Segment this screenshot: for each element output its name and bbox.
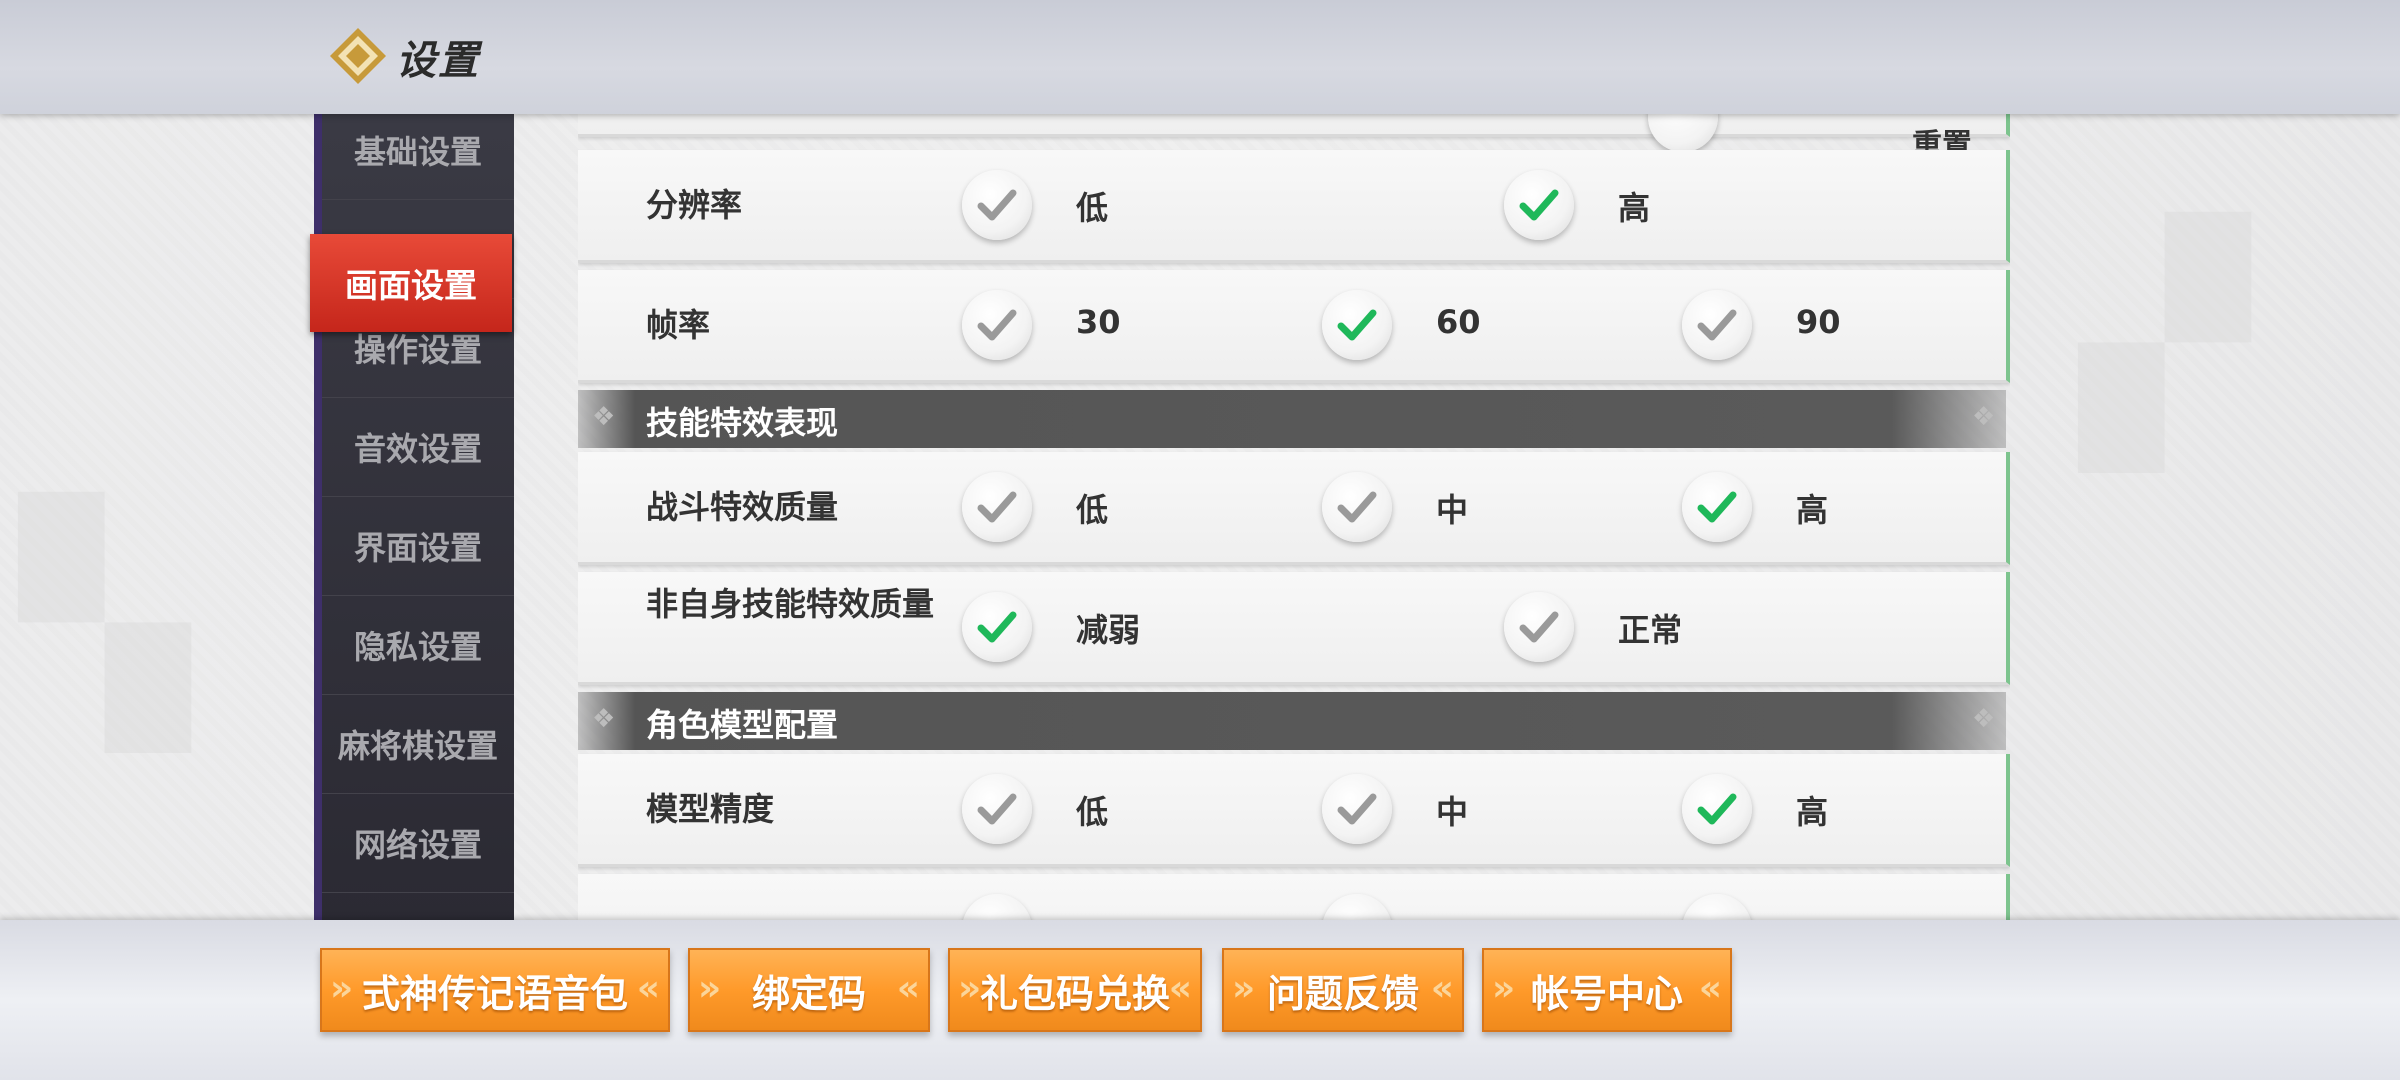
bg-decoration-right: ▞ — [2080, 214, 2250, 470]
button-label: 式神传记语音包 — [361, 971, 628, 1016]
sidebar-item-privacy[interactable]: 隐私设置 — [322, 595, 514, 695]
sidebar-item-label: 网络设置 — [353, 825, 482, 864]
check-icon-unselected[interactable] — [962, 290, 1032, 360]
option-label: 低 — [1076, 793, 1109, 831]
sidebar-item-interface[interactable]: 界面设置 — [322, 496, 514, 596]
row-label: 战斗特效质量 — [646, 488, 839, 526]
option-label: 中 — [1436, 793, 1469, 831]
section-header-skill-effects: ❖ 技能特效表现 ❖ — [578, 390, 2006, 448]
sidebar-item-label: 隐私设置 — [353, 627, 482, 666]
check-icon-unselected[interactable] — [962, 170, 1032, 240]
bg-decoration-left: ▚ — [20, 494, 190, 750]
check-icon-unselected[interactable] — [962, 774, 1032, 844]
settings-row-resolution: 分辨率 低 高 — [578, 150, 2010, 263]
option-label: 90 — [1796, 303, 1841, 341]
check-icon-unselected[interactable] — [1682, 290, 1752, 360]
page-title: 设置 — [396, 38, 480, 84]
check-icon-selected[interactable] — [1322, 290, 1392, 360]
option-label: 正常 — [1618, 611, 1683, 649]
check-icon-unselected[interactable] — [1682, 894, 1752, 920]
button-label: 绑定码 — [751, 971, 866, 1016]
button-label: 问题反馈 — [1266, 971, 1419, 1016]
sidebar-item-label: 基础设置 — [353, 132, 482, 171]
option-label: 高 — [1618, 189, 1651, 227]
account-center-button[interactable]: 帐号中心 » « — [1482, 948, 1732, 1032]
chevron-right-icon: » — [1232, 968, 1256, 1009]
sidebar-item-audio[interactable]: 音效设置 — [322, 397, 514, 497]
check-icon-selected[interactable] — [1682, 472, 1752, 542]
settings-list[interactable]: 重置 分辨率 低 高 帧率 30 60 90 ❖ 技能特效表现 ❖ 战斗特效质量… — [578, 114, 2010, 920]
check-icon-selected[interactable] — [1682, 774, 1752, 844]
section-title: 技能特效表现 — [646, 404, 839, 442]
row-label: 帧率 — [646, 306, 711, 344]
settings-row-partial: 重置 — [578, 114, 2010, 163]
settings-row-model-precision: 模型精度 低 中 高 — [578, 754, 2010, 867]
check-icon-selected[interactable] — [962, 894, 1032, 920]
check-icon-selected[interactable] — [962, 592, 1032, 662]
option-label: 低 — [1076, 189, 1109, 227]
row-label: 分辨率 — [646, 186, 743, 224]
diamond-logo-icon — [330, 28, 386, 84]
settings-row-partial-bottom — [578, 874, 2010, 920]
check-icon-unselected[interactable] — [1322, 472, 1392, 542]
sidebar-item-basic[interactable]: 基础设置 — [322, 114, 514, 200]
check-icon-selected[interactable] — [1504, 170, 1574, 240]
diamond-ornament-icon: ❖ — [592, 704, 616, 734]
button-label: 礼包码兑换 — [979, 971, 1170, 1016]
sidebar-item-label: 界面设置 — [353, 528, 482, 567]
option-label: 高 — [1796, 491, 1829, 529]
chevron-left-icon: « — [896, 968, 920, 1009]
sidebar-item-mahjong[interactable]: 麻将棋设置 — [322, 694, 514, 794]
option-label: 高 — [1796, 793, 1829, 831]
settings-row-other-skill-effects: 非自身技能特效质量 减弱 正常 — [578, 572, 2010, 685]
check-icon-unselected[interactable] — [1322, 774, 1392, 844]
diamond-ornament-icon: ❖ — [1972, 402, 1996, 432]
diamond-ornament-icon: ❖ — [592, 402, 616, 432]
chevron-left-icon: « — [1168, 968, 1192, 1009]
option-label: 30 — [1076, 303, 1121, 341]
gift-code-button[interactable]: 礼包码兑换 » « — [948, 948, 1202, 1032]
sidebar-item-label: 画面设置 — [345, 266, 477, 305]
chevron-left-icon: « — [636, 968, 660, 1009]
sidebar-item-graphics[interactable]: 画面设置 — [310, 234, 512, 332]
chevron-right-icon: » — [698, 968, 722, 1009]
sidebar-item-label: 音效设置 — [353, 429, 482, 468]
option-label: 低 — [1076, 491, 1109, 529]
bind-code-button[interactable]: 绑定码 » « — [688, 948, 930, 1032]
diamond-ornament-icon: ❖ — [1972, 704, 1996, 734]
option-label: 60 — [1436, 303, 1481, 341]
check-icon-unselected[interactable] — [962, 472, 1032, 542]
section-header-model-config: ❖ 角色模型配置 ❖ — [578, 692, 2006, 750]
settings-row-battle-effects: 战斗特效质量 低 中 高 — [578, 452, 2010, 565]
option-label: 减弱 — [1076, 611, 1141, 649]
section-title: 角色模型配置 — [646, 706, 839, 744]
chevron-left-icon: « — [1430, 968, 1454, 1009]
row-label: 模型精度 — [646, 790, 775, 828]
sidebar-item-network[interactable]: 网络设置 — [322, 793, 514, 893]
voice-pack-button[interactable]: 式神传记语音包 » « — [320, 948, 670, 1032]
option-label: 中 — [1436, 491, 1469, 529]
chevron-right-icon: » — [958, 968, 982, 1009]
check-icon-unselected[interactable] — [1504, 592, 1574, 662]
top-bar: 设置 — [0, 0, 2400, 114]
chevron-left-icon: « — [1698, 968, 1722, 1009]
settings-row-framerate: 帧率 30 60 90 — [578, 270, 2010, 383]
chevron-right-icon: » — [1492, 968, 1516, 1009]
chevron-right-icon: » — [330, 968, 354, 1009]
button-label: 帐号中心 — [1530, 971, 1683, 1016]
sidebar-item-label: 麻将棋设置 — [337, 726, 498, 765]
check-icon-unselected[interactable] — [1322, 894, 1392, 920]
check-icon — [1648, 114, 1718, 152]
row-label: 非自身技能特效质量 — [646, 585, 935, 623]
feedback-button[interactable]: 问题反馈 » « — [1222, 948, 1464, 1032]
